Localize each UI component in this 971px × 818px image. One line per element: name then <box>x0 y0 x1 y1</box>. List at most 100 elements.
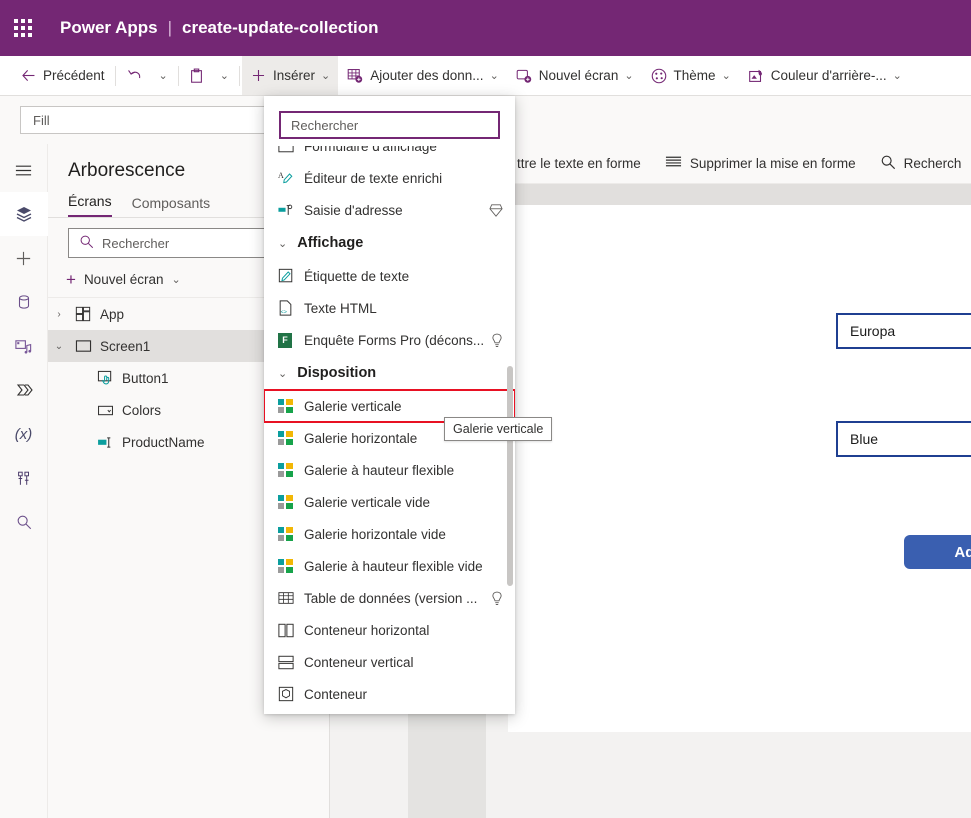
hamburger-icon[interactable] <box>0 148 48 192</box>
insert-button[interactable]: Insérer ⌄ <box>241 56 339 95</box>
insert-item-table-de-donnees[interactable]: Table de données (version ... <box>264 582 515 614</box>
paste-dropdown-button[interactable]: ⌄ <box>212 59 237 93</box>
colors-dropdown[interactable]: Blue <box>836 421 971 457</box>
add-button[interactable]: Add <box>904 535 971 569</box>
insert-item-conteneur-vertical[interactable]: Conteneur vertical <box>264 646 515 678</box>
clear-format-button[interactable]: Supprimer la mise en forme <box>653 144 868 183</box>
palette-icon <box>650 67 668 85</box>
undo-button[interactable] <box>118 59 151 93</box>
insert-item-galerie-horizontale-vide[interactable]: Galerie horizontale vide <box>264 518 515 550</box>
chevron-down-icon[interactable]: ⌄ <box>48 341 70 352</box>
horizontal-container-icon <box>278 623 304 638</box>
insert-group-disposition[interactable]: ⌄ Disposition <box>264 356 515 390</box>
insert-item-label: Galerie verticale <box>304 398 402 414</box>
preview-bulb-icon <box>491 591 503 606</box>
brand-name[interactable]: Power Apps <box>60 18 158 38</box>
insert-item-galerie-hauteur-flexible-vide[interactable]: Galerie à hauteur flexible vide <box>264 550 515 582</box>
chevron-down-icon: ⌄ <box>321 70 331 82</box>
tree-node-label: ProductName <box>122 434 205 450</box>
divider <box>114 65 116 86</box>
tooltip-label: Galerie verticale <box>453 422 544 436</box>
chevron-down-icon: ⌄ <box>489 70 499 82</box>
background-color-label: Couleur d'arrière-... <box>770 68 887 83</box>
media-icon[interactable] <box>0 324 48 368</box>
left-icon-rail: (x) <box>0 144 48 818</box>
insert-search-input[interactable]: Rechercher <box>279 111 500 139</box>
canvas-top-band <box>508 184 971 205</box>
app-icon <box>70 306 96 322</box>
app-name[interactable]: create-update-collection <box>182 18 379 38</box>
variables-icon[interactable]: (x) <box>0 412 48 456</box>
tree-node-label: Screen1 <box>100 338 151 354</box>
gallery-icon <box>278 431 304 445</box>
screen-canvas[interactable]: Europa Blue Add <box>508 205 971 732</box>
insert-dropdown-panel: Rechercher Formulaire d'affichage A Édit… <box>264 96 515 714</box>
chevron-right-icon[interactable]: › <box>48 309 70 320</box>
new-screen-button[interactable]: Nouvel écran ⌄ <box>507 59 642 93</box>
tab-ecrans[interactable]: Écrans <box>68 193 112 217</box>
formula-property-selector[interactable]: Fill <box>20 106 265 134</box>
insert-item-galerie-hauteur-flexible[interactable]: Galerie à hauteur flexible <box>264 454 515 486</box>
insert-item-galerie-verticale-vide[interactable]: Galerie verticale vide <box>264 486 515 518</box>
insert-item-label: Saisie d'adresse <box>304 202 403 218</box>
insert-item-conteneur[interactable]: Conteneur <box>264 678 515 710</box>
insert-item-forms-pro[interactable]: F Enquête Forms Pro (décons... <box>264 324 515 356</box>
app-checker-icon[interactable] <box>0 456 48 500</box>
chevron-down-icon: ⌄ <box>278 237 288 250</box>
add-data-button[interactable]: Ajouter des donn... ⌄ <box>338 59 507 93</box>
tree-node-label: Button1 <box>122 370 169 386</box>
display-form-icon <box>278 146 304 153</box>
insert-item-label: Table de données (version ... <box>304 590 478 606</box>
insert-item-label: Formulaire d'affichage <box>304 146 437 154</box>
brand-area: Power Apps | create-update-collection <box>60 18 379 38</box>
tooltip: Galerie verticale <box>444 417 553 441</box>
insert-item-label: Étiquette de texte <box>304 268 410 284</box>
gallery-icon <box>278 559 304 573</box>
insert-item-label: Éditeur de texte enrichi <box>304 170 443 186</box>
back-button[interactable]: Précédent <box>12 59 113 93</box>
screen-add-icon <box>515 67 533 84</box>
textinput-icon <box>92 436 118 449</box>
insert-group-affichage[interactable]: ⌄ Affichage <box>264 226 515 260</box>
chevron-down-icon: ⌄ <box>624 70 634 82</box>
clear-format-label: Supprimer la mise en forme <box>689 156 856 171</box>
container-icon <box>278 686 304 702</box>
undo-dropdown-button[interactable]: ⌄ <box>151 59 176 93</box>
forms-pro-glyph: F <box>278 332 292 348</box>
table-add-icon <box>346 67 364 84</box>
theme-button[interactable]: Thème ⌄ <box>642 59 739 93</box>
insert-item-conteneur-horizontal[interactable]: Conteneur horizontal <box>264 614 515 646</box>
data-table-icon <box>278 591 304 605</box>
insert-item-rich-text-editor[interactable]: A Éditeur de texte enrichi <box>264 162 515 194</box>
insert-item-label: Conteneur <box>304 686 368 702</box>
format-text-label: ttre le texte en forme <box>517 156 641 171</box>
search-icon[interactable] <box>0 500 48 544</box>
tab-composants[interactable]: Composants <box>132 195 211 217</box>
background-color-button[interactable]: Couleur d'arrière-... ⌄ <box>739 59 910 93</box>
tree-view-icon[interactable] <box>0 192 48 236</box>
address-input-icon <box>278 203 304 217</box>
insert-item-display-form[interactable]: Formulaire d'affichage <box>264 146 515 162</box>
insert-panel-scrollbar[interactable] <box>507 366 513 586</box>
gallery-icon <box>278 527 304 541</box>
search-toolbar-button[interactable]: Recherch <box>868 144 971 183</box>
insert-icon[interactable] <box>0 236 48 280</box>
insert-item-address-input[interactable]: Saisie d'adresse <box>264 194 515 226</box>
product-name-text-input[interactable]: Europa <box>836 313 971 349</box>
insert-item-text-label[interactable]: Étiquette de texte <box>264 260 515 292</box>
data-icon[interactable] <box>0 280 48 324</box>
new-screen-label: Nouvel écran <box>538 68 619 83</box>
power-automate-icon[interactable] <box>0 368 48 412</box>
dropdown-icon <box>92 404 118 417</box>
insert-item-html-text[interactable]: <> Texte HTML <box>264 292 515 324</box>
html-text-icon: <> <box>278 300 304 316</box>
background-color-icon <box>747 67 765 85</box>
text-label-icon <box>278 268 304 284</box>
insert-search-placeholder: Rechercher <box>291 117 359 133</box>
undo-icon <box>126 67 143 84</box>
app-launcher-icon[interactable] <box>6 11 40 45</box>
svg-text:A: A <box>278 171 284 180</box>
format-text-button[interactable]: ttre le texte en forme <box>505 144 653 183</box>
paste-button[interactable] <box>181 59 212 93</box>
insert-item-label: Galerie à hauteur flexible <box>304 462 455 478</box>
